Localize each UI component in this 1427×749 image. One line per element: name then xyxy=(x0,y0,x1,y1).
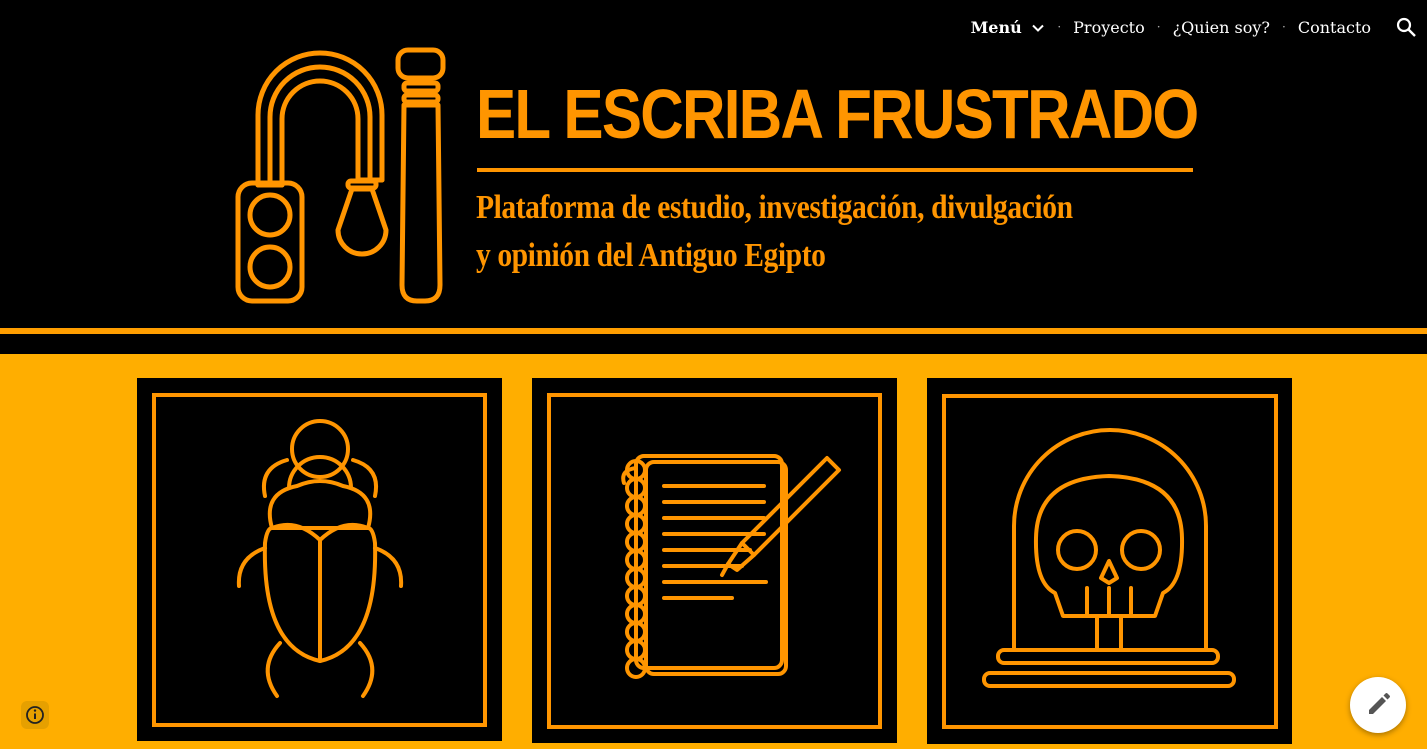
page: Menú · Proyecto · ¿Quien soy? · Contacto xyxy=(0,0,1427,749)
card-scarab[interactable] xyxy=(137,378,502,741)
nav-item-contacto[interactable]: Contacto xyxy=(1296,18,1373,37)
site-info-button[interactable] xyxy=(21,701,49,729)
tagline-line-2: y opinión del Antiguo Egipto xyxy=(476,237,826,274)
card-notebook[interactable] xyxy=(532,378,897,743)
nav-menu-dropdown[interactable]: Menú xyxy=(969,18,1048,37)
scribe-palette-logo[interactable] xyxy=(230,45,450,310)
search-icon[interactable] xyxy=(1395,16,1417,38)
tagline-line-1: Plataforma de estudio, investigación, di… xyxy=(476,189,1073,226)
skull-dome-icon xyxy=(942,394,1278,729)
info-icon xyxy=(26,706,44,724)
site-tagline: Plataforma de estudio, investigación, di… xyxy=(476,184,1073,280)
nav-separator: · xyxy=(1057,20,1062,34)
nav-item-proyecto[interactable]: Proyecto xyxy=(1071,18,1147,37)
header-black-band xyxy=(0,334,1427,354)
notebook-pen-icon xyxy=(547,393,882,729)
card-skull[interactable] xyxy=(927,378,1292,744)
nav-separator: · xyxy=(1282,20,1286,34)
site-header: Menú · Proyecto · ¿Quien soy? · Contacto xyxy=(0,0,1427,330)
nav-item-quien-soy[interactable]: ¿Quien soy? xyxy=(1171,18,1272,37)
featured-section xyxy=(0,354,1427,749)
nav-menu-label: Menú xyxy=(970,17,1022,37)
site-title[interactable]: EL ESCRIBA FRUSTRADO xyxy=(476,74,1199,154)
pencil-icon xyxy=(1369,693,1390,714)
top-navigation: Menú · Proyecto · ¿Quien soy? · Contacto xyxy=(969,14,1427,40)
chevron-down-icon xyxy=(1032,24,1045,32)
scarab-icon xyxy=(152,393,487,727)
edit-button[interactable] xyxy=(1350,677,1406,733)
nav-separator: · xyxy=(1156,20,1161,34)
title-divider xyxy=(477,168,1193,172)
